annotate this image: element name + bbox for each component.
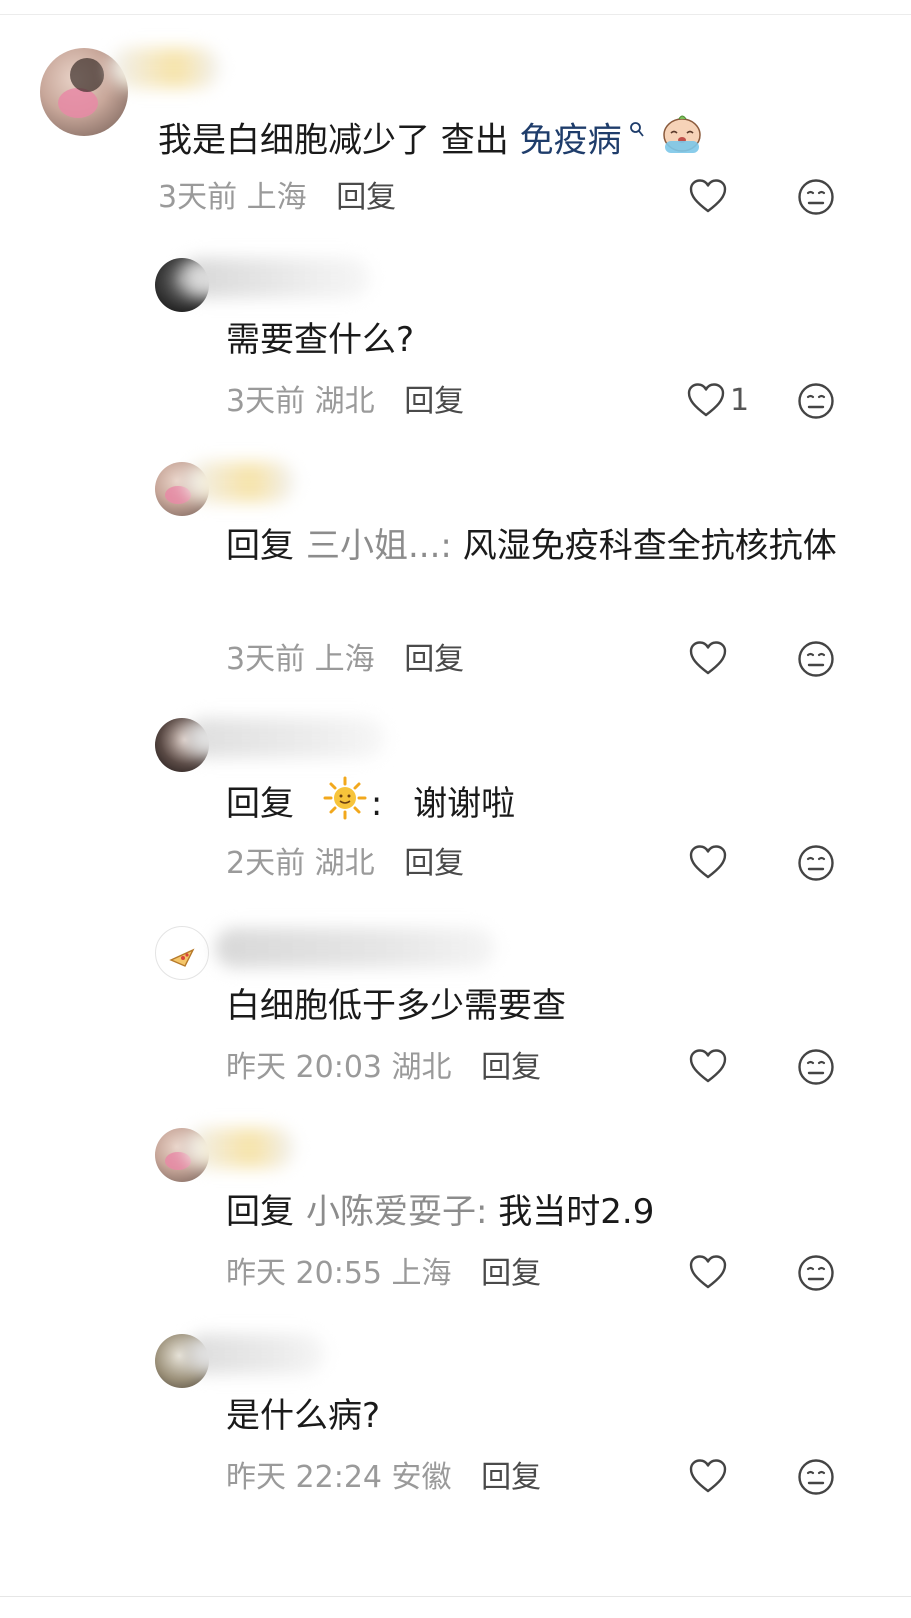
- sun-emoji-icon[interactable]: [323, 776, 367, 835]
- comment-time: 3天前: [226, 642, 306, 677]
- comment-time: 昨天 22:24: [226, 1460, 382, 1495]
- reply-item: 是什么病? 昨天 22:24 安徽 回复: [0, 1334, 911, 1514]
- comment-text-body: 风湿免疫科查全抗核抗体: [462, 526, 837, 566]
- like-button[interactable]: [688, 640, 728, 676]
- heart-outline-icon: [689, 179, 727, 213]
- reply-button[interactable]: 回复: [404, 846, 464, 881]
- meh-face-icon: [798, 1459, 834, 1495]
- comment-text: 回复 三小姐...: 风湿免疫科查全抗核抗体: [226, 520, 846, 572]
- search-icon[interactable]: [624, 122, 651, 144]
- comment-time: 昨天 20:03: [226, 1050, 382, 1085]
- reply-item: 回复 小陈爱耍子: 我当时2.9 昨天 20:55 上海 回复: [0, 1128, 911, 1308]
- comment-meta: 2天前 湖北 回复: [226, 844, 464, 884]
- comment-location: 湖北: [391, 1050, 452, 1085]
- reply-target-suffix: :: [370, 784, 383, 824]
- dislike-button[interactable]: [797, 1254, 835, 1296]
- heart-outline-icon: [689, 1459, 727, 1493]
- heart-outline-icon: [689, 845, 727, 879]
- comment-text: 我是白细胞减少了 查出 免疫病: [158, 108, 705, 170]
- comment-meta: 昨天 20:55 上海 回复: [226, 1254, 541, 1294]
- reply-item: 回复 : 谢谢啦 2天前 湖北 回复: [0, 718, 911, 898]
- meh-face-icon: [798, 1049, 834, 1085]
- comment-time: 3天前: [158, 180, 238, 215]
- reply-button[interactable]: 回复: [336, 180, 396, 215]
- comment-text-body: 我当时2.9: [498, 1192, 655, 1232]
- like-count: 1: [730, 382, 750, 418]
- reply-button[interactable]: 回复: [404, 384, 464, 419]
- username-blurred[interactable]: [185, 462, 295, 502]
- comment-text: 白细胞低于多少需要查: [226, 986, 566, 1026]
- heart-outline-icon: [687, 383, 725, 417]
- comment-location: 湖北: [314, 384, 375, 419]
- meh-face-icon: [798, 641, 834, 677]
- reply-button[interactable]: 回复: [404, 642, 464, 677]
- meh-face-icon: [798, 845, 834, 881]
- comment-meta: 3天前 上海 回复: [158, 178, 396, 218]
- username-blurred[interactable]: [185, 1128, 295, 1168]
- like-button[interactable]: [688, 1254, 728, 1290]
- comment-time: 3天前: [226, 384, 306, 419]
- reply-button[interactable]: 回复: [481, 1256, 541, 1291]
- heart-outline-icon: [689, 641, 727, 675]
- dislike-button[interactable]: [797, 1048, 835, 1090]
- like-button[interactable]: [688, 844, 728, 880]
- comment-meta: 昨天 22:24 安徽 回复: [226, 1458, 541, 1498]
- crying-emoji-icon: [659, 113, 705, 170]
- dislike-button[interactable]: [797, 382, 835, 424]
- dislike-button[interactable]: [797, 178, 835, 220]
- username-blurred[interactable]: [185, 1334, 325, 1374]
- reply-prefix: 回复: [226, 526, 294, 566]
- reply-prefix: 回复: [226, 1192, 294, 1232]
- meh-face-icon: [798, 1255, 834, 1291]
- pizza-avatar-icon: [169, 948, 195, 967]
- comment-text-body: 我是白细胞减少了 查出: [158, 120, 520, 161]
- reply-button[interactable]: 回复: [481, 1460, 541, 1495]
- reply-item: 需要查什么? 3天前 湖北 回复 1: [0, 258, 911, 438]
- top-divider: [0, 14, 911, 15]
- comment-text-body: 谢谢啦: [413, 784, 516, 824]
- comment-text: 是什么病?: [226, 1396, 381, 1436]
- comment-text: 需要查什么?: [226, 320, 415, 360]
- reply-item: 白细胞低于多少需要查 昨天 20:03 湖北 回复: [0, 926, 911, 1106]
- avatar[interactable]: [155, 926, 209, 980]
- comment-meta: 3天前 湖北 回复: [226, 382, 464, 422]
- dislike-button[interactable]: [797, 1458, 835, 1500]
- comment-text: 回复 : 谢谢啦: [226, 776, 515, 835]
- comment-text: 回复 小陈爱耍子: 我当时2.9: [226, 1186, 654, 1238]
- meh-face-icon: [798, 179, 834, 215]
- reply-prefix: 回复: [226, 784, 294, 824]
- meh-face-icon: [798, 383, 834, 419]
- comment-item: 我是白细胞减少了 查出 免疫病 3天前 上海 回复: [0, 48, 911, 228]
- dislike-button[interactable]: [797, 844, 835, 886]
- like-button[interactable]: [688, 178, 728, 214]
- comment-location: 湖北: [314, 846, 375, 881]
- comment-location: 上海: [246, 180, 307, 215]
- like-button[interactable]: 1: [686, 382, 749, 418]
- username-blurred[interactable]: [110, 48, 220, 88]
- comment-meta: 昨天 20:03 湖北 回复: [226, 1048, 541, 1088]
- reply-target-user[interactable]: 小陈爱耍子:: [306, 1192, 487, 1232]
- comment-meta: 3天前 上海 回复: [226, 640, 464, 680]
- dislike-button[interactable]: [797, 640, 835, 682]
- username-blurred[interactable]: [180, 258, 370, 298]
- username-blurred[interactable]: [215, 928, 495, 968]
- comment-location: 安徽: [391, 1460, 452, 1495]
- comment-location: 上海: [391, 1256, 452, 1291]
- topic-link[interactable]: 免疫病: [520, 120, 622, 160]
- comment-time: 昨天 20:55: [226, 1256, 382, 1291]
- reply-item: 回复 三小姐...: 风湿免疫科查全抗核抗体 3天前 上海 回复: [0, 462, 911, 692]
- heart-outline-icon: [689, 1049, 727, 1083]
- like-button[interactable]: [688, 1048, 728, 1084]
- heart-outline-icon: [689, 1255, 727, 1289]
- comment-location: 上海: [314, 642, 375, 677]
- reply-target-user[interactable]: 三小姐...:: [306, 526, 452, 566]
- username-blurred[interactable]: [185, 718, 385, 758]
- comment-time: 2天前: [226, 846, 306, 881]
- bottom-divider: [0, 1596, 911, 1597]
- reply-button[interactable]: 回复: [481, 1050, 541, 1085]
- like-button[interactable]: [688, 1458, 728, 1494]
